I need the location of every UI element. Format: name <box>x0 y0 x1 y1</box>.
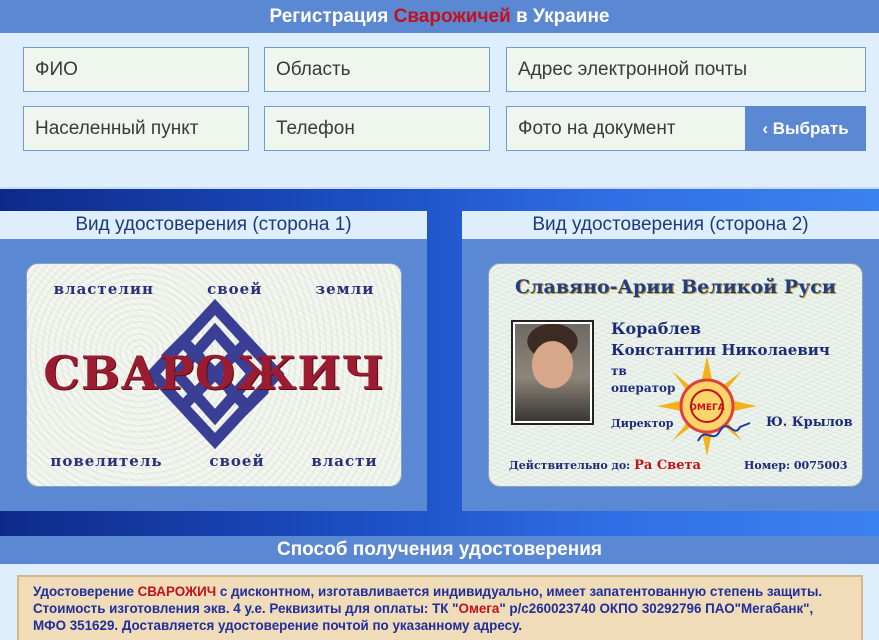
card-side1-header: Вид удостоверения (сторона 1) <box>0 211 427 239</box>
card-fullname: Константин Николаевич <box>611 341 830 359</box>
card-side1-image: властелин своей земли СВАРОЖИЧ повелител… <box>26 263 402 487</box>
card-side2-title: Славяно-Арии Великой Руси <box>515 276 836 298</box>
method-section: Удостоверение СВАРОЖИЧ с дисконтном, изг… <box>0 564 879 640</box>
email-placeholder: Адрес электронной почты <box>518 58 748 80</box>
locality-placeholder: Населенный пункт <box>35 117 199 139</box>
registration-form: ФИО Область Адрес электронной почты Насе… <box>0 33 879 189</box>
card-side1-word: власти <box>311 452 378 470</box>
method-text-highlight: СВАРОЖИЧ <box>137 584 217 599</box>
signature-icon <box>697 422 751 442</box>
registration-title: Регистрация Сварожичей в Украине <box>0 0 879 33</box>
card-side1-word: земли <box>315 280 375 298</box>
card-number-value: 0075003 <box>793 459 848 472</box>
card-side2-panel: Вид удостоверения (сторона 2) Славяно-Ар… <box>462 211 879 511</box>
registration-title-suffix: в Украине <box>510 5 610 27</box>
card-side1-word: повелитель <box>50 452 163 470</box>
card-side1-main-word: СВАРОЖИЧ <box>43 346 385 400</box>
card-side1-word: своей <box>209 452 265 470</box>
card-side1-top-words: властелин своей земли <box>27 280 401 298</box>
region-input[interactable]: Область <box>264 47 490 92</box>
registration-title-highlight: Сварожичей <box>393 5 511 27</box>
card-role-line2: оператор <box>611 381 676 395</box>
phone-placeholder: Телефон <box>276 117 355 139</box>
method-text-1: Удостоверение <box>33 584 138 599</box>
locality-input[interactable]: Населенный пункт <box>23 106 249 151</box>
registration-title-prefix: Регистрация <box>269 5 394 27</box>
email-input[interactable]: Адрес электронной почты <box>506 47 866 92</box>
card-side1-word: своей <box>207 280 263 298</box>
phone-input[interactable]: Телефон <box>264 106 490 151</box>
method-title: Способ получения удостоверения <box>0 536 879 564</box>
method-text-company: Омега <box>458 601 500 616</box>
card-number: Номер: 0075003 <box>744 459 847 472</box>
card-director-label: Директор <box>611 417 674 430</box>
fio-placeholder: ФИО <box>35 58 78 80</box>
card-valid: Действительно до: Ра Света <box>509 458 701 473</box>
card-side2-image: Славяно-Арии Великой Руси ОМЕГА Кораблев… <box>488 263 863 487</box>
card-number-label: Номер: <box>744 459 791 472</box>
card-surname: Кораблев <box>611 319 702 338</box>
card-side1-bottom-words: повелитель своей власти <box>27 452 401 470</box>
region-placeholder: Область <box>276 58 351 80</box>
photo-file-input[interactable]: Фото на документ <box>506 106 746 151</box>
fio-input[interactable]: ФИО <box>23 47 249 92</box>
card-valid-value: Ра Света <box>634 458 701 473</box>
method-notice: Удостоверение СВАРОЖИЧ с дисконтном, изг… <box>17 575 863 640</box>
card-role-line1: тв <box>611 364 627 378</box>
card-side1-panel: Вид удостоверения (сторона 1) властелин … <box>0 211 427 511</box>
card-valid-label: Действительно до: <box>509 459 631 472</box>
choose-photo-button[interactable]: ‹ Выбрать <box>745 106 866 151</box>
photo-placeholder: Фото на документ <box>518 117 676 139</box>
card-photo <box>511 320 594 425</box>
card-director-name: Ю. Крылов <box>766 415 853 430</box>
card-side1-word: властелин <box>53 280 154 298</box>
card-side2-header: Вид удостоверения (сторона 2) <box>462 211 879 239</box>
seal-text: ОМЕГА <box>689 403 724 413</box>
